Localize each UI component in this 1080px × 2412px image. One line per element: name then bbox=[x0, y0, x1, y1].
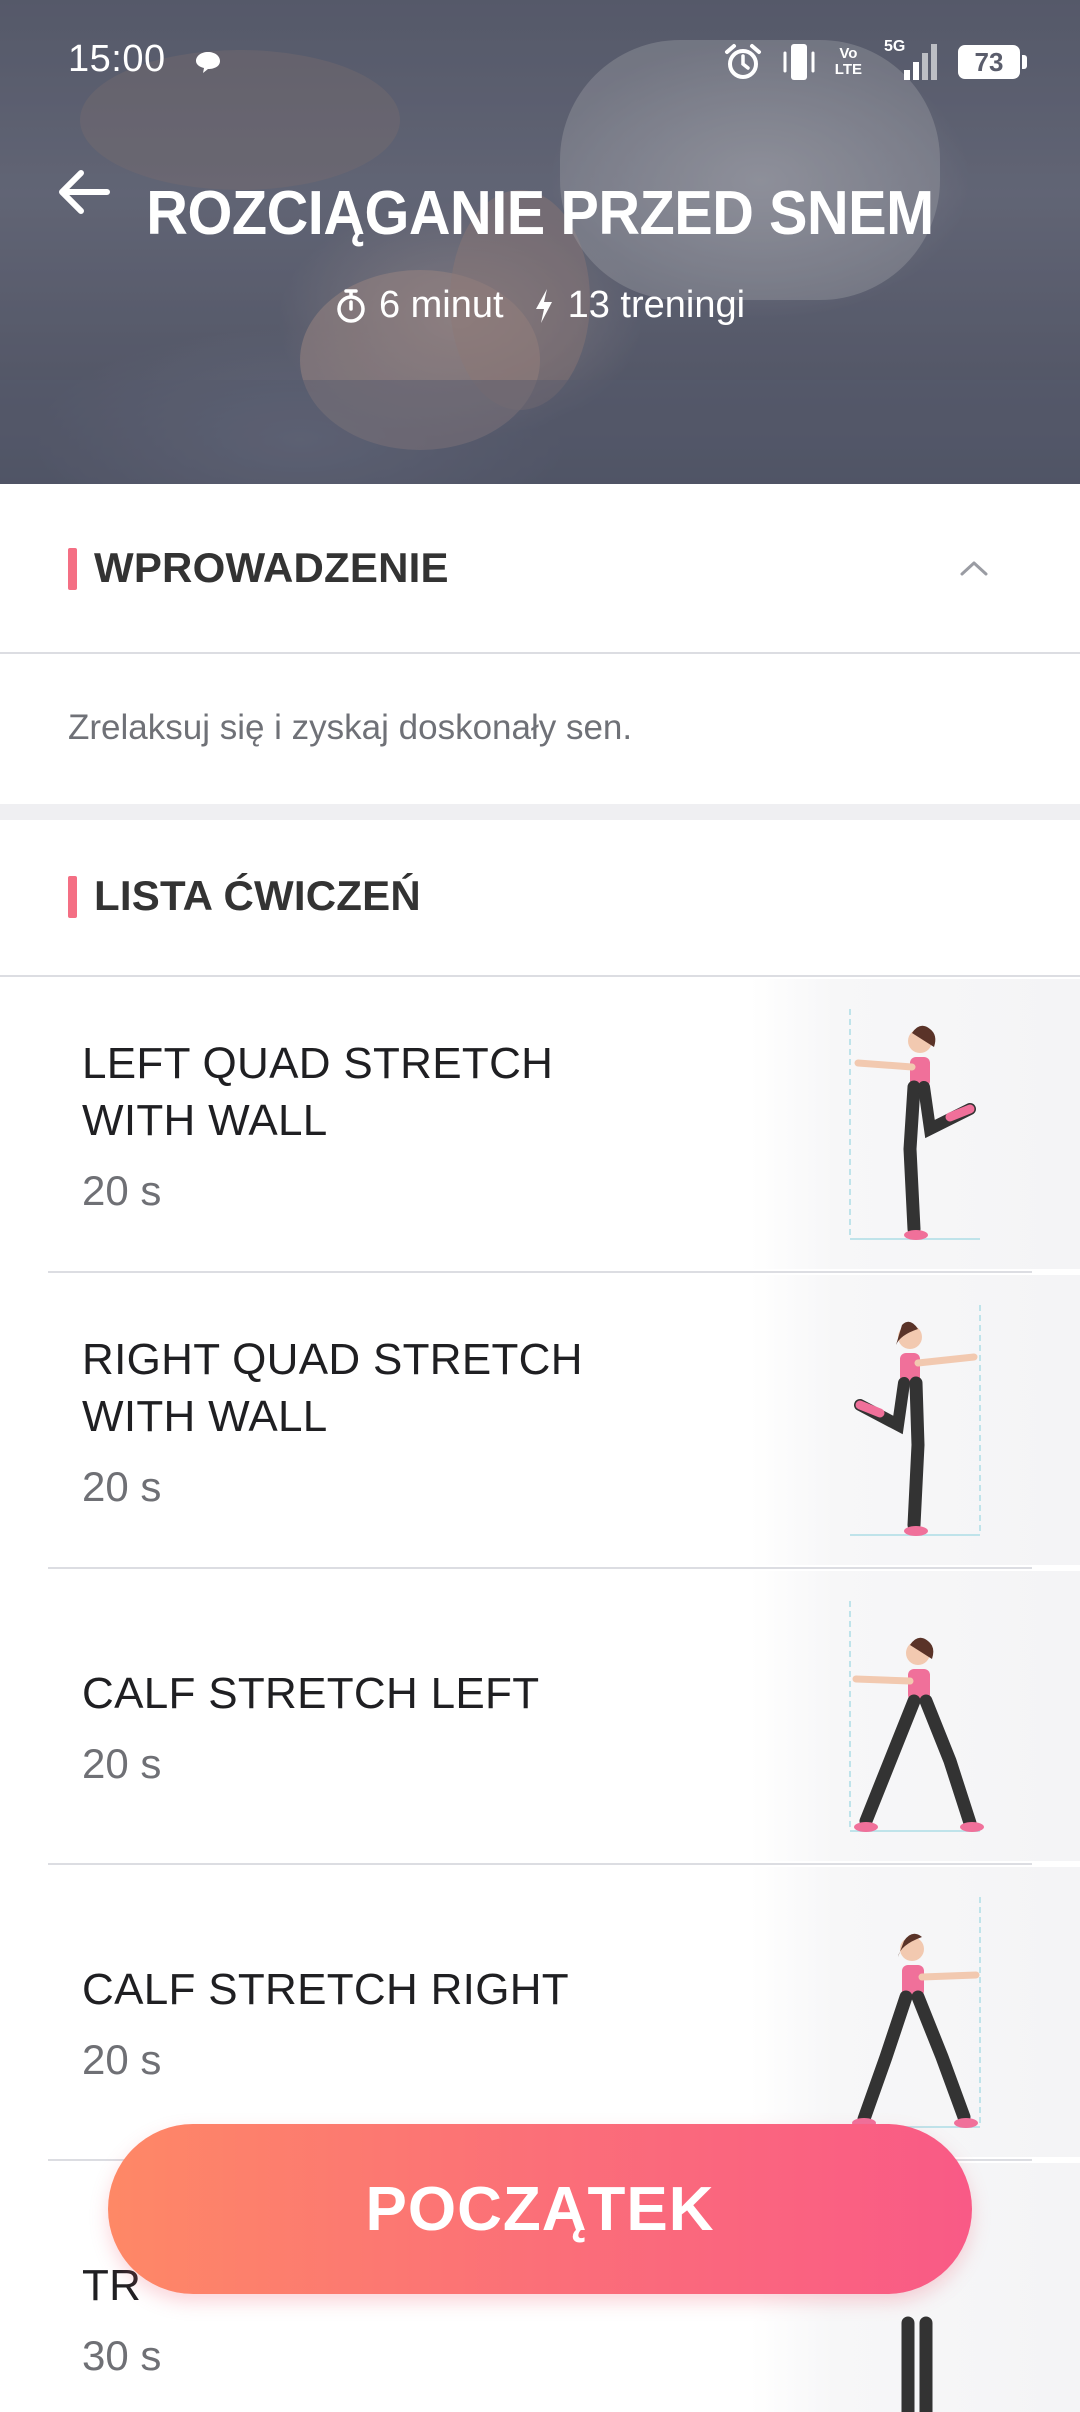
workout-meta: 6 minut 13 treningi bbox=[0, 284, 1080, 327]
status-time: 15:00 bbox=[68, 38, 166, 80]
exercise-name: CALF STRETCH LEFT bbox=[82, 1669, 540, 1718]
duration-text: 6 minut bbox=[378, 284, 504, 326]
battery-level: 73 bbox=[974, 46, 1004, 77]
exercise-item[interactable]: RIGHT QUAD STRETCH WITH WALL 20 s bbox=[0, 1273, 1080, 1569]
exercise-item[interactable]: LEFT QUAD STRETCH WITH WALL 20 s bbox=[0, 977, 1080, 1273]
exercise-name: CALF STRETCH RIGHT bbox=[82, 1965, 569, 2014]
status-bar: 15:00 Vo LTE 5G 73 bbox=[0, 0, 1080, 120]
vibrate-icon bbox=[783, 44, 815, 80]
workouts-text: 13 treningi bbox=[567, 284, 746, 326]
calf-stretch-figure-image bbox=[849, 1601, 984, 1832]
exercise-text: RIGHT QUAD STRETCH WITH WALL 20 s bbox=[82, 1331, 642, 1511]
signal-5g-icon: 5G bbox=[880, 38, 940, 84]
exercise-item[interactable]: CALF STRETCH LEFT 20 s bbox=[0, 1569, 1080, 1865]
page-title: ROZCIĄGANIE PRZED SNEM bbox=[146, 179, 934, 248]
workouts-info: 13 treningi bbox=[532, 284, 745, 327]
chat-bubble-icon bbox=[196, 52, 220, 73]
battery-icon: 73 bbox=[958, 45, 1027, 79]
volte-bottom-label: LTE bbox=[834, 61, 862, 78]
quad-stretch-figure-image bbox=[850, 1305, 981, 1536]
volte-icon: Vo LTE bbox=[835, 46, 862, 78]
quad-stretch-figure-image bbox=[849, 1009, 980, 1240]
exercise-text: LEFT QUAD STRETCH WITH WALL 20 s bbox=[82, 1035, 642, 1215]
exercise-list-header: LISTA ĆWICZEŃ bbox=[0, 820, 1080, 977]
exercise-duration: 20 s bbox=[82, 1463, 162, 1510]
exercise-thumbnail bbox=[750, 1867, 1080, 2157]
exercise-list-title: LISTA ĆWICZEŃ bbox=[94, 872, 421, 919]
exercise-name: RIGHT QUAD STRETCH WITH WALL bbox=[82, 1335, 583, 1441]
exercise-item[interactable]: CALF STRETCH RIGHT 20 s bbox=[0, 1865, 1080, 2161]
exercise-text: CALF STRETCH LEFT 20 s bbox=[82, 1665, 642, 1788]
intro-accent-bar bbox=[68, 548, 77, 590]
intro-section-header[interactable]: WPROWADZENIE bbox=[0, 484, 1080, 654]
alarm-icon bbox=[724, 44, 761, 79]
volte-top-label: Vo bbox=[839, 45, 858, 62]
calf-stretch-figure-image bbox=[850, 1897, 981, 2128]
exercise-thumbnail bbox=[750, 1275, 1080, 1565]
exercise-duration: 20 s bbox=[82, 1167, 162, 1214]
exercise-duration: 20 s bbox=[82, 1740, 162, 1787]
workout-detail-screen: 15:00 Vo LTE 5G 73 ROZCIĄGANIE PRZED SNE… bbox=[0, 0, 1080, 2412]
intro-title: WPROWADZENIE bbox=[94, 544, 449, 591]
start-button[interactable]: POCZĄTEK bbox=[108, 2124, 972, 2294]
chevron-up-icon bbox=[960, 561, 988, 576]
hero-banner: 15:00 Vo LTE 5G 73 ROZCIĄGANIE PRZED SNE… bbox=[0, 0, 1080, 484]
exercise-duration: 20 s bbox=[82, 2036, 162, 2083]
exercise-thumbnail bbox=[750, 1571, 1080, 1861]
duration-info: 6 minut bbox=[335, 284, 504, 327]
intro-description: Zrelaksuj się i zyskaj doskonały sen. bbox=[68, 708, 633, 747]
exercise-duration: 30 s bbox=[82, 2332, 162, 2379]
stopwatch-icon bbox=[337, 288, 365, 323]
exercise-list-accent-bar bbox=[68, 876, 77, 918]
lightning-icon bbox=[535, 288, 552, 323]
collapse-button[interactable] bbox=[954, 548, 994, 588]
section-divider bbox=[0, 804, 1080, 820]
status-icons: Vo LTE 5G 73 bbox=[723, 38, 1027, 86]
exercise-text: CALF STRETCH RIGHT 20 s bbox=[82, 1961, 642, 2084]
exercise-name: LEFT QUAD STRETCH WITH WALL bbox=[82, 1039, 554, 1145]
exercise-thumbnail bbox=[750, 979, 1080, 1269]
